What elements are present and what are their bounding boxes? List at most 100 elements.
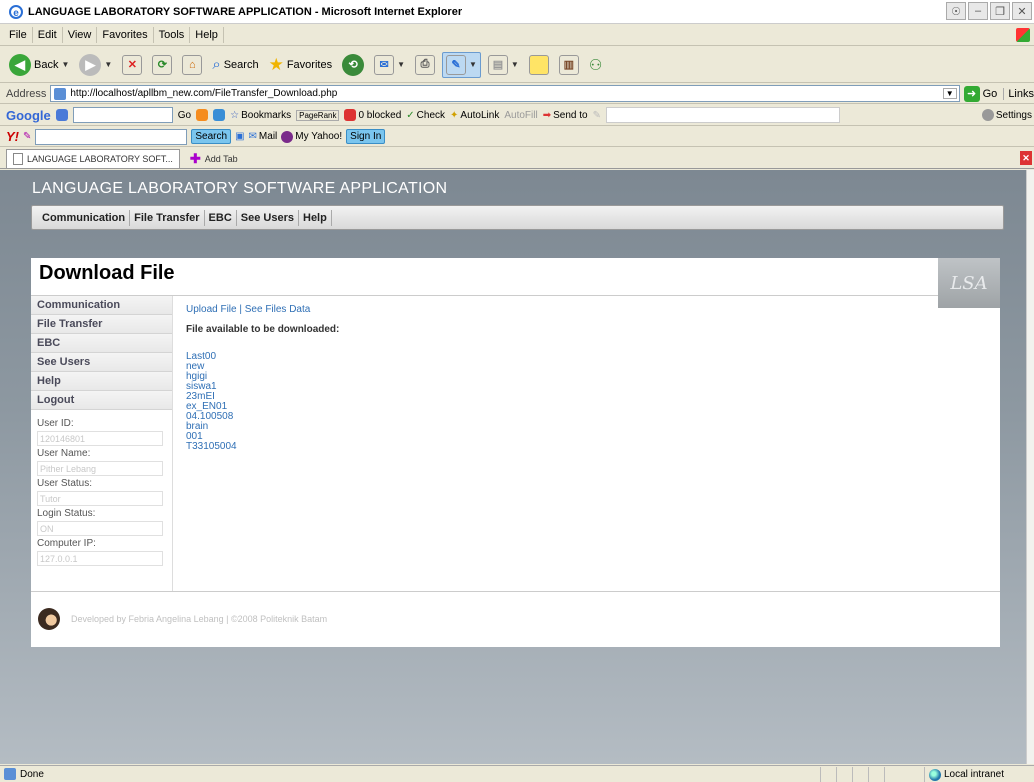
stop-button[interactable]: ✕ — [119, 52, 145, 78]
bookmarks-label: Bookmarks — [241, 109, 292, 121]
yahoo-mail-button[interactable]: ✉ Mail — [249, 131, 278, 142]
login-status-label: Login Status: — [37, 508, 96, 519]
menu-edit[interactable]: Edit — [33, 27, 63, 43]
check-label: Check — [416, 109, 446, 121]
chevron-down-icon[interactable]: ▼ — [104, 60, 112, 69]
sign-in-button[interactable]: Sign In — [346, 129, 386, 144]
menu-favorites[interactable]: Favorites — [97, 27, 154, 43]
file-link[interactable]: 04.100508 — [186, 412, 966, 422]
pagerank-button[interactable]: PageRank — [296, 109, 340, 121]
restore-button[interactable]: ❐ — [990, 2, 1010, 20]
security-zone[interactable]: Local intranet — [923, 767, 1004, 782]
home-button[interactable]: ⌂ — [179, 52, 205, 78]
google-logo[interactable]: Google — [6, 108, 51, 123]
autolink-label: AutoLink — [460, 109, 500, 121]
links-button[interactable]: Links — [1003, 87, 1034, 100]
tab-active[interactable]: LANGUAGE LABORATORY SOFT... — [6, 149, 180, 168]
forward-button[interactable]: ▶ ▼ — [76, 52, 115, 78]
file-link[interactable]: new — [186, 362, 966, 372]
sidebar-item-ebc[interactable]: EBC — [31, 334, 172, 353]
send-arrow-icon: ➡ — [542, 109, 552, 121]
my-yahoo-label: My Yahoo! — [295, 131, 343, 142]
nav-communication[interactable]: Communication — [38, 209, 131, 226]
spell-check-button[interactable]: ✓ Check — [406, 110, 445, 121]
sidebar-item-see-users[interactable]: See Users — [31, 353, 172, 372]
bookmarks-button[interactable]: ☆ Bookmarks — [230, 110, 291, 121]
my-yahoo-button[interactable]: My Yahoo! — [281, 130, 343, 143]
google-g-icon[interactable] — [55, 109, 68, 121]
close-button[interactable]: ✕ — [1012, 2, 1032, 20]
file-link[interactable]: brain — [186, 422, 966, 432]
refresh-icon: ⟳ — [152, 54, 173, 75]
send-to-button[interactable]: ➡ Send to — [543, 110, 588, 121]
file-link[interactable]: siswa1 — [186, 382, 966, 392]
status-segment — [884, 767, 900, 782]
gear-icon — [981, 109, 994, 121]
notes-button[interactable] — [526, 52, 552, 78]
blocked-label: 0 blocked — [358, 109, 402, 121]
see-files-data-link[interactable]: See Files Data — [245, 304, 311, 315]
sidebar-item-help[interactable]: Help — [31, 372, 172, 391]
file-link[interactable]: T33105004 — [186, 442, 966, 452]
book-icon: ▥ — [558, 54, 579, 75]
history-button[interactable]: ⟲ — [339, 52, 367, 78]
search-button[interactable]: ⌕ Search — [209, 52, 261, 78]
go-button[interactable]: ➜ Go — [963, 85, 997, 102]
zone-label: Local intranet — [943, 769, 1004, 780]
tab-label: LANGUAGE LABORATORY SOFT... — [27, 154, 173, 164]
file-link[interactable]: Last00 — [186, 352, 966, 362]
close-tab-icon[interactable]: ✕ — [1020, 151, 1032, 165]
news-icon[interactable] — [196, 109, 209, 121]
autolink-button[interactable]: ✦ AutoLink — [450, 110, 499, 121]
messenger-button[interactable]: ⚇ — [586, 52, 605, 78]
google-search-input[interactable] — [72, 107, 173, 123]
upload-file-link[interactable]: Upload File — [186, 304, 237, 315]
minimize-button[interactable]: – — [968, 2, 988, 20]
chevron-down-icon[interactable]: ▼ — [469, 60, 477, 69]
address-input[interactable]: http://localhost/apllbm_new.com/FileTran… — [50, 85, 960, 102]
chevron-down-icon[interactable]: ▼ — [61, 60, 69, 69]
add-tab-button[interactable]: ✚ Add Tab — [184, 149, 244, 168]
yahoo-logo[interactable]: Y! — [6, 129, 19, 144]
info-icon[interactable] — [213, 109, 226, 121]
nav-ebc[interactable]: EBC — [205, 209, 237, 226]
sidebar-item-logout[interactable]: Logout — [31, 391, 172, 410]
autofill-button[interactable]: AutoFill — [504, 110, 537, 121]
yahoo-search-button[interactable]: Search — [191, 129, 232, 144]
pencil-icon[interactable]: ✎ — [23, 131, 31, 142]
edit-button[interactable]: ✎ ▼ — [442, 51, 481, 78]
file-link[interactable]: ex_EN01 — [186, 402, 966, 412]
discuss-button[interactable]: ▤ ▼ — [485, 52, 522, 78]
yahoo-tools-icon[interactable]: ▣ — [235, 131, 244, 142]
mail-button[interactable]: ✉ ▼ — [371, 52, 408, 78]
favorites-button[interactable]: ★ Favorites — [266, 52, 336, 78]
menu-help[interactable]: Help — [190, 27, 224, 43]
menu-file[interactable]: File — [4, 27, 33, 43]
yahoo-search-input[interactable] — [35, 128, 188, 145]
chevron-down-icon[interactable]: ▼ — [942, 88, 957, 99]
star-icon: ★ — [268, 54, 284, 74]
nav-file-transfer[interactable]: File Transfer — [130, 209, 205, 226]
refresh-button[interactable]: ⟳ — [149, 52, 175, 78]
nav-see-users[interactable]: See Users — [237, 209, 299, 226]
popup-blocker-button[interactable]: 0 blocked — [344, 109, 401, 121]
highlight-button[interactable]: ✎ — [593, 110, 601, 121]
sidebar-item-communication[interactable]: Communication — [31, 296, 172, 315]
nav-help[interactable]: Help — [299, 209, 332, 226]
google-go-button[interactable]: Go — [178, 110, 191, 121]
help-window-button[interactable]: ☉ — [946, 2, 966, 20]
research-button[interactable]: ▥ — [556, 52, 582, 78]
menu-view[interactable]: View — [63, 27, 98, 43]
back-button[interactable]: ◀ Back ▼ — [6, 52, 72, 78]
settings-button[interactable]: Settings — [981, 109, 1032, 121]
file-link[interactable]: hgigi — [186, 372, 966, 382]
menu-tools[interactable]: Tools — [154, 27, 191, 43]
vertical-scrollbar[interactable] — [1026, 170, 1034, 764]
file-link[interactable]: 23mEI — [186, 392, 966, 402]
sidebar-item-file-transfer[interactable]: File Transfer — [31, 315, 172, 334]
chevron-down-icon[interactable]: ▼ — [397, 60, 405, 69]
file-link[interactable]: 001 — [186, 432, 966, 442]
print-button[interactable]: ⎙ — [412, 52, 438, 78]
chevron-down-icon[interactable]: ▼ — [511, 60, 519, 69]
mail-icon: ✉ — [248, 131, 257, 142]
